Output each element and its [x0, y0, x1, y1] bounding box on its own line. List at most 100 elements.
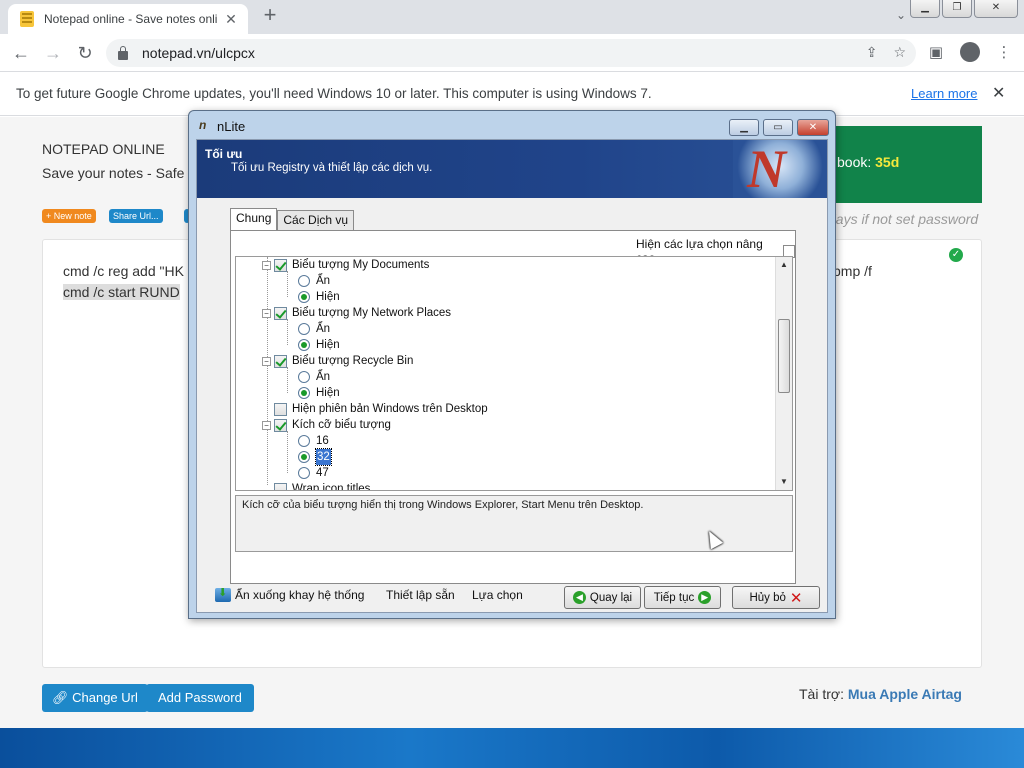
tree-item[interactable]: Hiện phiên bản Windows trên Desktop	[274, 401, 488, 417]
cancel-label: Hủy bỏ	[749, 591, 786, 604]
learn-more-link[interactable]: Learn more	[911, 86, 977, 101]
tree-item[interactable]: Ẩn	[298, 273, 330, 289]
window-restore-button[interactable]: ❐	[942, 0, 972, 18]
site-title: NOTEPAD ONLINE	[42, 141, 165, 157]
tree-scrollbar[interactable]: ▲ ▼	[775, 257, 792, 490]
options-button[interactable]: Lựa chọn	[472, 588, 523, 602]
tree-checkbox[interactable]	[274, 258, 287, 272]
tree-item-label: Wrap icon titles	[292, 483, 371, 491]
tree-item[interactable]: 16	[298, 433, 329, 449]
scroll-down-arrow-icon[interactable]: ▼	[776, 474, 792, 490]
tree-item[interactable]: − Kích cỡ biểu tượng	[262, 417, 391, 433]
note-line-1: cmd /c reg add "HK	[63, 263, 184, 279]
ad-text: book:	[837, 154, 876, 170]
menu-icon[interactable]: ⋮	[994, 43, 1014, 61]
new-note-button[interactable]: + New note	[42, 209, 96, 223]
collapse-icon[interactable]: −	[262, 308, 271, 318]
window-controls: ▁ ❐ ✕	[910, 0, 1018, 18]
minimize-to-tray-label: Ẩn xuống khay hệ thống	[235, 588, 365, 602]
tree-item[interactable]: Hiện	[298, 385, 340, 401]
tree-item-label: Hiện	[316, 339, 340, 351]
window-close-button[interactable]: ✕	[974, 0, 1018, 18]
infobar-close-icon[interactable]: ✕	[992, 83, 1005, 103]
presets-button[interactable]: Thiết lập sẵn	[386, 588, 455, 602]
window-minimize-button[interactable]: ▁	[910, 0, 940, 18]
collapse-icon[interactable]: −	[262, 260, 271, 270]
options-tree: − Biểu tượng My Documents Ẩn Hiện − Biểu…	[235, 256, 793, 491]
tree-item[interactable]: Hiện	[298, 337, 340, 353]
back-button[interactable]: ◀ Quay lại	[564, 586, 641, 609]
sidepanel-icon[interactable]: ▣	[926, 43, 946, 61]
dialog-close-button[interactable]: ✕	[797, 119, 829, 136]
note-line-1-end: bmp /f	[833, 263, 872, 279]
minimize-to-tray-button[interactable]: Ẩn xuống khay hệ thống	[215, 586, 365, 602]
cancel-button[interactable]: Hủy bỏ ✕	[732, 586, 820, 609]
star-icon[interactable]: ☆	[893, 44, 906, 61]
tree-item[interactable]: − Biểu tượng Recycle Bin	[262, 353, 413, 369]
tree-radio[interactable]	[298, 371, 310, 383]
sponsor-link[interactable]: Mua Apple Airtag	[848, 686, 962, 702]
reload-icon[interactable]: ↻	[74, 42, 96, 64]
tree-checkbox[interactable]	[274, 418, 287, 432]
tree-item[interactable]: Hiện	[298, 289, 340, 305]
next-arrow-icon: ▶	[698, 591, 712, 604]
scroll-thumb[interactable]	[778, 319, 790, 393]
tree-radio[interactable]	[298, 291, 310, 303]
tree-item[interactable]: Ẩn	[298, 369, 330, 385]
sponsor-line: Tài trợ: Mua Apple Airtag	[799, 686, 962, 702]
tree-radio[interactable]	[298, 275, 310, 287]
collapse-icon[interactable]: −	[262, 356, 271, 366]
tree-radio[interactable]	[298, 323, 310, 335]
tree-checkbox[interactable]	[274, 306, 287, 320]
tree-item-label: Hiện	[316, 291, 340, 303]
tab-search-chevron-icon[interactable]: ⌄	[896, 8, 906, 22]
dialog-minimize-button[interactable]: ▁	[729, 119, 759, 136]
tree-checkbox[interactable]	[274, 354, 287, 368]
tree-radio[interactable]	[298, 467, 310, 479]
ad-value: 35d	[875, 154, 900, 170]
collapse-icon[interactable]: −	[262, 420, 271, 430]
forward-arrow-icon[interactable]: →	[42, 42, 64, 64]
tree-radio[interactable]	[298, 435, 310, 447]
ad-banner[interactable]: book: 35d	[825, 126, 982, 203]
note-line-2: cmd /c start RUND	[63, 284, 180, 300]
change-url-label: Change Url	[72, 690, 138, 705]
tree-item[interactable]: − Biểu tượng My Network Places	[262, 305, 451, 321]
change-url-button[interactable]: 🔗︎ Change Url	[42, 684, 148, 712]
dialog-maximize-button[interactable]: ▭	[763, 119, 793, 136]
password-hint: days if not set password	[828, 211, 979, 227]
tree-item[interactable]: Ẩn	[298, 321, 330, 337]
tree-item-label: 47	[316, 467, 329, 479]
tree-radio[interactable]	[298, 387, 310, 399]
add-password-button[interactable]: Add Password	[146, 684, 254, 712]
tab-general[interactable]: Chung	[230, 208, 278, 230]
new-tab-button[interactable]: +	[258, 4, 282, 28]
share-url-button[interactable]: Share Url...	[109, 209, 163, 223]
dialog-titlebar[interactable]: n nLite ▁ ▭ ✕	[189, 111, 835, 139]
link-icon: 🔗︎	[52, 690, 73, 705]
tree-item[interactable]: Wrap icon titles	[274, 481, 371, 491]
browser-tab[interactable]: Notepad online - Save notes onli ✕	[8, 4, 248, 34]
tree-item[interactable]: 32	[298, 448, 332, 466]
browser-tab-strip: Notepad online - Save notes onli ✕ + ⌄ ▁…	[0, 0, 1024, 34]
profile-icon[interactable]	[960, 42, 980, 62]
scroll-up-arrow-icon[interactable]: ▲	[776, 257, 792, 273]
next-label: Tiếp tục	[653, 591, 695, 604]
tree-item[interactable]: 47	[298, 465, 329, 481]
share-icon[interactable]: ⇪	[866, 44, 878, 61]
tab-services[interactable]: Các Dịch vụ	[277, 210, 355, 230]
tree-radio[interactable]	[298, 451, 310, 463]
tree-item[interactable]: − Biểu tượng My Documents	[262, 257, 429, 273]
back-arrow-icon[interactable]: ←	[10, 42, 32, 64]
infobar-text: To get future Google Chrome updates, you…	[16, 86, 652, 101]
dialog-footer: Ẩn xuống khay hệ thống Thiết lập sẵn Lựa…	[197, 584, 827, 612]
next-button[interactable]: Tiếp tục ▶	[644, 586, 721, 609]
notepad-favicon-icon	[20, 11, 34, 27]
address-bar[interactable]: notepad.vn/ulcpcx ⇪ ☆	[106, 39, 916, 67]
tree-item-label: Hiện phiên bản Windows trên Desktop	[292, 403, 488, 415]
tree-checkbox[interactable]	[274, 482, 287, 490]
tree-checkbox[interactable]	[274, 402, 287, 416]
tree-radio[interactable]	[298, 339, 310, 351]
tab-close-icon[interactable]: ✕	[222, 11, 240, 28]
back-arrow-icon: ◀	[572, 591, 586, 604]
